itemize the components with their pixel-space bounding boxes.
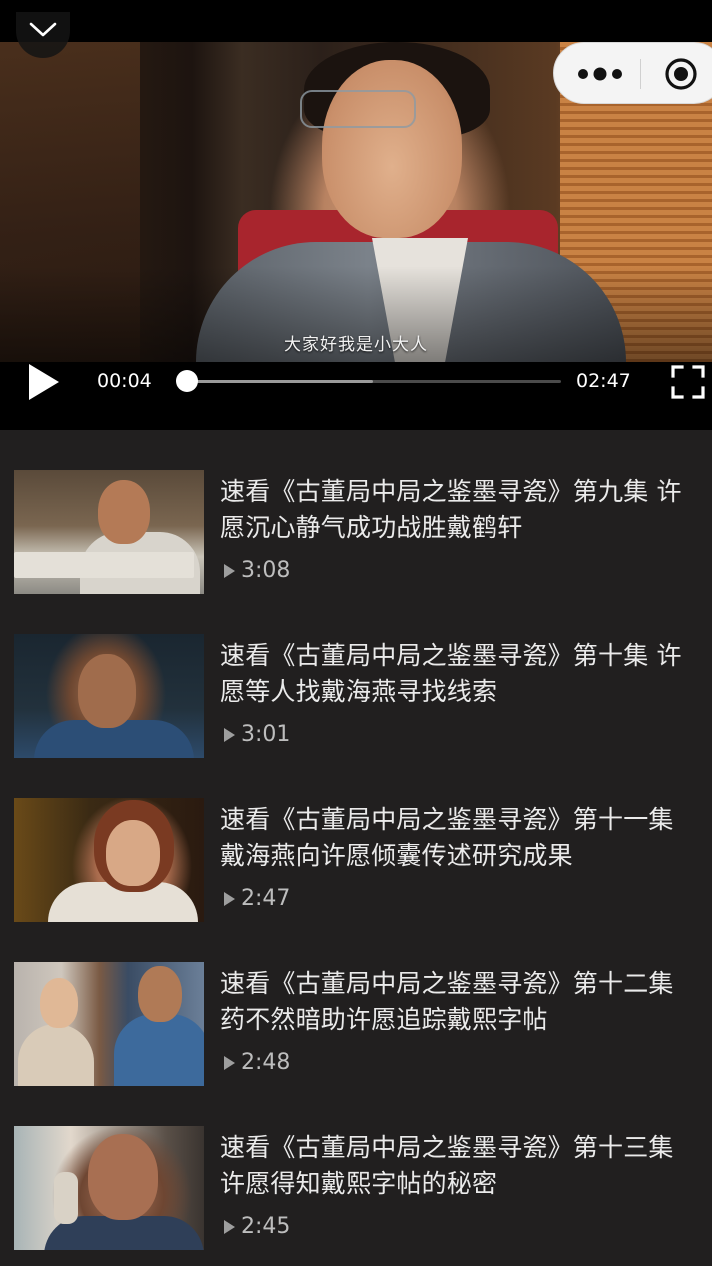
- play-triangle-icon: [224, 891, 235, 906]
- progress-buffer: [178, 380, 374, 383]
- list-item[interactable]: 速看《古董局中局之鉴墨寻瓷》第十二集 药不然暗助许愿追踪戴熙字帖 2:48: [0, 962, 712, 1126]
- duration-text: 2:48: [241, 1050, 291, 1075]
- page: 大家好我是小大人 00:04 02:47 速看《古董局中局之鉴墨寻瓷》第九集 许…: [0, 0, 712, 1266]
- thumbnail-face: [98, 480, 150, 544]
- target-circle-icon: [665, 58, 697, 90]
- player-controls: 00:04 02:47: [0, 362, 712, 402]
- progress-thumb[interactable]: [176, 370, 199, 392]
- close-button[interactable]: [664, 57, 698, 91]
- duration-text: 3:08: [241, 558, 291, 583]
- duration-text: 3:01: [241, 722, 291, 747]
- mini-program-capsule: [553, 42, 712, 104]
- play-triangle-icon: [224, 1055, 235, 1070]
- thumbnail-figure-right: [114, 1014, 204, 1086]
- thumbnail-face: [88, 1134, 158, 1220]
- thumbnail-face-right: [138, 966, 182, 1022]
- duration-text: 2:45: [241, 1214, 291, 1239]
- thumbnail-phone: [54, 1172, 78, 1224]
- chevron-down-icon: [29, 22, 57, 37]
- video-subtitle: 大家好我是小大人: [284, 335, 428, 355]
- episode-duration: 2:48: [224, 1050, 290, 1075]
- episode-thumbnail[interactable]: [14, 634, 204, 758]
- episode-thumbnail[interactable]: [14, 470, 204, 594]
- episode-duration: 3:01: [224, 722, 290, 747]
- list-item[interactable]: 速看《古董局中局之鉴墨寻瓷》第十三集 许愿得知戴熙字帖的秘密 2:45: [0, 1126, 712, 1266]
- episode-thumbnail[interactable]: [14, 798, 204, 922]
- list-item[interactable]: 速看《古董局中局之鉴墨寻瓷》第十一集 戴海燕向许愿倾囊传述研究成果 2:47: [0, 798, 712, 962]
- episode-title[interactable]: 速看《古董局中局之鉴墨寻瓷》第十集 许愿等人找戴海燕寻找线索: [220, 638, 702, 710]
- list-item[interactable]: 速看《古董局中局之鉴墨寻瓷》第九集 许愿沉心静气成功战胜戴鹤轩 3:08: [0, 470, 712, 634]
- more-button[interactable]: [570, 59, 630, 89]
- total-time: 02:47: [576, 370, 631, 392]
- episode-thumbnail[interactable]: [14, 962, 204, 1086]
- episode-title[interactable]: 速看《古董局中局之鉴墨寻瓷》第九集 许愿沉心静气成功战胜戴鹤轩: [220, 474, 702, 546]
- episode-duration: 2:45: [224, 1214, 290, 1239]
- thumbnail-face: [106, 820, 160, 886]
- video-player[interactable]: 大家好我是小大人 00:04 02:47: [0, 0, 712, 430]
- episode-title[interactable]: 速看《古董局中局之鉴墨寻瓷》第十二集 药不然暗助许愿追踪戴熙字帖: [220, 966, 702, 1038]
- episode-duration: 2:47: [224, 886, 290, 911]
- episode-title[interactable]: 速看《古董局中局之鉴墨寻瓷》第十一集 戴海燕向许愿倾囊传述研究成果: [220, 802, 702, 874]
- episode-title[interactable]: 速看《古董局中局之鉴墨寻瓷》第十三集 许愿得知戴熙字帖的秘密: [220, 1130, 702, 1202]
- duration-text: 2:47: [241, 886, 291, 911]
- play-button[interactable]: [26, 362, 62, 402]
- capsule-divider: [640, 59, 641, 89]
- episode-thumbnail[interactable]: [14, 1126, 204, 1250]
- thumbnail-face: [78, 654, 136, 728]
- thumbnail-figure-left: [18, 1024, 94, 1086]
- thumbnail-face-left: [40, 978, 78, 1028]
- play-triangle-icon: [224, 727, 235, 742]
- list-item[interactable]: 速看《古董局中局之鉴墨寻瓷》第十集 许愿等人找戴海燕寻找线索 3:01: [0, 634, 712, 798]
- episode-duration: 3:08: [224, 558, 290, 583]
- more-dots-icon: [578, 67, 622, 81]
- fullscreen-button[interactable]: [670, 364, 706, 400]
- thumbnail-paper: [14, 552, 194, 578]
- play-triangle-icon: [224, 563, 235, 578]
- play-triangle-icon: [224, 1219, 235, 1234]
- play-icon: [29, 364, 59, 400]
- fullscreen-icon: [671, 365, 705, 399]
- progress-bar[interactable]: [178, 380, 561, 383]
- current-time: 00:04: [97, 370, 152, 392]
